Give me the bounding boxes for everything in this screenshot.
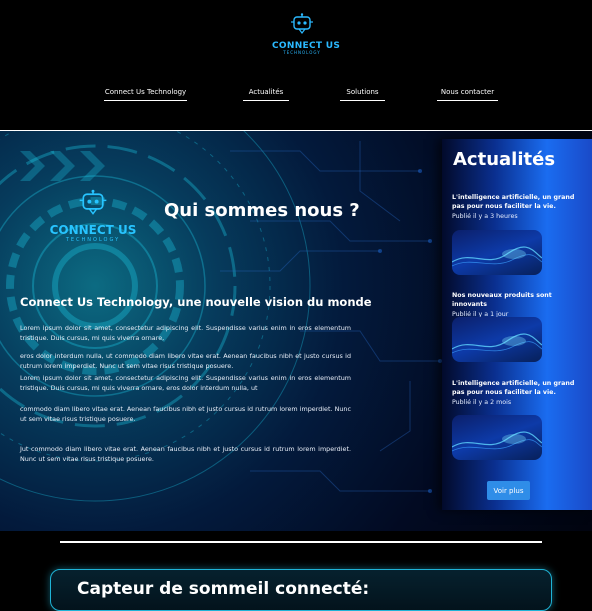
paragraph-3: Lorem ipsum dolor sit amet, consectetur … bbox=[20, 374, 351, 392]
news-time: Publié il y a 2 mois bbox=[452, 399, 512, 406]
hero-logo-sub: TECHNOLOGY bbox=[65, 237, 121, 243]
paragraph-4: commodo diam libero vitae erat. Aenean f… bbox=[20, 405, 351, 423]
news-thumbnail[interactable] bbox=[452, 317, 542, 362]
news-title: L'intelligence artificielle, un grand pa… bbox=[452, 380, 575, 396]
main-nav: Connect Us Technology Actualités Solutio… bbox=[0, 88, 592, 104]
wave-image bbox=[452, 431, 542, 452]
nav-item-contact[interactable]: Nous contacter bbox=[437, 88, 498, 101]
wave-image bbox=[452, 333, 542, 354]
hero-logo: CONNECT US TECHNOLOGY bbox=[48, 189, 138, 243]
paragraph-5: Jut commodo diam libero vitae erat. Aene… bbox=[20, 445, 351, 463]
wave-image bbox=[452, 246, 542, 267]
site-logo[interactable]: CONNECT US TECHNOLOGY bbox=[272, 13, 340, 55]
paragraph-1: Lorem ipsum dolor sit amet, consectetur … bbox=[20, 324, 351, 342]
section-subtitle: Connect Us Technology, une nouvelle visi… bbox=[20, 295, 372, 309]
nav-item-actualites[interactable]: Actualités bbox=[243, 88, 289, 101]
hero-logo-brand: CONNECT US bbox=[49, 223, 137, 237]
news-title: L'intelligence artificielle, un grand pa… bbox=[452, 194, 575, 210]
news-thumbnail[interactable] bbox=[452, 230, 542, 275]
news-item[interactable]: L'intelligence artificielle, un grand pa… bbox=[452, 379, 582, 407]
news-title: Nos nouveaux produits sont innovants bbox=[452, 292, 552, 308]
nav-item-connect-us[interactable]: Connect Us Technology bbox=[104, 88, 187, 101]
see-more-button[interactable]: Voir plus bbox=[487, 481, 530, 500]
section-divider bbox=[60, 541, 542, 543]
news-sidebar: Actualités L'intelligence artificielle, … bbox=[442, 139, 592, 510]
news-thumbnail[interactable] bbox=[452, 415, 542, 460]
page-title: Qui sommes nous ? bbox=[164, 200, 360, 221]
paragraph-2: eros dolor interdum nulla, ut commodo di… bbox=[20, 352, 351, 370]
robot-icon bbox=[79, 189, 107, 215]
sidebar-heading: Actualités bbox=[453, 149, 556, 170]
news-item[interactable]: L'intelligence artificielle, un grand pa… bbox=[452, 193, 582, 221]
product-card-title: Capteur de sommeil connecté: bbox=[77, 579, 370, 599]
robot-icon bbox=[291, 13, 313, 34]
nav-item-solutions[interactable]: Solutions bbox=[340, 88, 385, 101]
product-card[interactable]: Capteur de sommeil connecté: bbox=[50, 569, 552, 611]
news-time: Publié il y a 3 heures bbox=[452, 213, 518, 220]
news-item[interactable]: Nos nouveaux produits sont innovants Pub… bbox=[452, 291, 582, 319]
